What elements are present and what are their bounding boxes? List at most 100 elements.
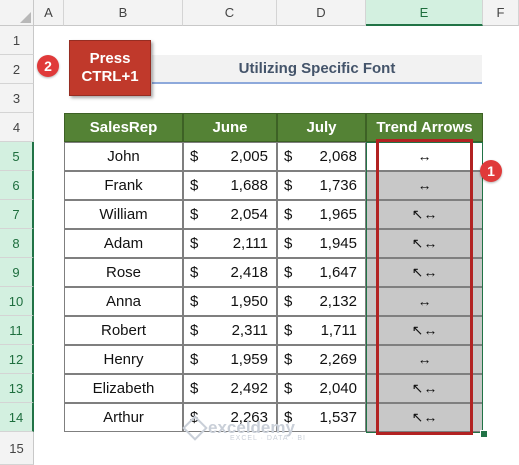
june-amount: 2,311 — [231, 322, 268, 339]
july-amount: 1,736 — [319, 177, 357, 194]
salesrep-cell[interactable]: Henry — [64, 345, 183, 374]
trend-arrow-cell[interactable]: ↖↔ — [366, 403, 483, 432]
trend-arrow-cell[interactable]: ↖↔ — [366, 258, 483, 287]
column-header-b[interactable]: B — [64, 0, 183, 26]
row-header-4[interactable]: 4 — [0, 113, 34, 142]
july-sales-cell[interactable]: $1,965 — [277, 200, 366, 229]
row-header-10[interactable]: 10 — [0, 287, 34, 316]
june-sales-cell[interactable]: $2,492 — [183, 374, 277, 403]
july-sales-cell[interactable]: $1,945 — [277, 229, 366, 258]
june-sales-cell[interactable]: $2,418 — [183, 258, 277, 287]
salesrep-cell[interactable]: Frank — [64, 171, 183, 200]
july-amount: 2,269 — [319, 351, 357, 368]
june-amount: 2,054 — [230, 206, 268, 223]
table-header-cell: Trend Arrows — [366, 113, 483, 142]
currency-symbol: $ — [190, 293, 199, 310]
currency-symbol: $ — [284, 293, 293, 310]
june-sales-cell[interactable]: $1,688 — [183, 171, 277, 200]
june-sales-cell[interactable]: $2,054 — [183, 200, 277, 229]
trend-arrow-cell[interactable]: ↔ — [366, 171, 483, 200]
july-amount: 1,965 — [319, 206, 357, 223]
watermark: exceldemy EXCEL · DATA · BI — [208, 418, 306, 442]
july-sales-cell[interactable]: $2,132 — [277, 287, 366, 316]
row-header-8[interactable]: 8 — [0, 229, 34, 258]
june-sales-cell[interactable]: $2,005 — [183, 142, 277, 171]
currency-symbol: $ — [284, 177, 293, 194]
salesrep-cell[interactable]: Arthur — [64, 403, 183, 432]
currency-symbol: $ — [190, 177, 199, 194]
july-amount: 1,945 — [319, 235, 357, 252]
june-sales-cell[interactable]: $1,959 — [183, 345, 277, 374]
trend-arrow-cell[interactable]: ↖↔ — [366, 200, 483, 229]
june-sales-cell[interactable]: $2,111 — [183, 229, 277, 258]
salesrep-cell[interactable]: William — [64, 200, 183, 229]
currency-symbol: $ — [284, 148, 293, 165]
salesrep-cell[interactable]: John — [64, 142, 183, 171]
table-header-cell: June — [183, 113, 277, 142]
july-amount: 1,647 — [319, 264, 357, 281]
currency-symbol: $ — [190, 264, 199, 281]
salesrep-cell[interactable]: Rose — [64, 258, 183, 287]
salesrep-cell[interactable]: Adam — [64, 229, 183, 258]
june-sales-cell[interactable]: $1,950 — [183, 287, 277, 316]
salesrep-cell[interactable]: Elizabeth — [64, 374, 183, 403]
table-header-cell: July — [277, 113, 366, 142]
column-header-a[interactable]: A — [34, 0, 64, 26]
june-amount: 1,688 — [230, 177, 268, 194]
currency-symbol: $ — [190, 322, 199, 339]
july-sales-cell[interactable]: $2,068 — [277, 142, 366, 171]
row-header-7[interactable]: 7 — [0, 200, 34, 229]
row-header-2[interactable]: 2 — [0, 55, 34, 84]
july-sales-cell[interactable]: $2,269 — [277, 345, 366, 374]
june-sales-cell[interactable]: $2,311 — [183, 316, 277, 345]
currency-symbol: $ — [190, 235, 199, 252]
july-sales-cell[interactable]: $2,040 — [277, 374, 366, 403]
step-badge-2: 2 — [37, 55, 59, 77]
watermark-tagline: EXCEL · DATA · BI — [230, 435, 306, 442]
spreadsheet: ABCDEF 1 2 3 4 5 6 7 8 9 10 11 12 13 14 15 Utilizing S… — [0, 0, 519, 465]
row-header-12[interactable]: 12 — [0, 345, 34, 374]
salesrep-cell[interactable]: Robert — [64, 316, 183, 345]
row-header-6[interactable]: 6 — [0, 171, 34, 200]
row-header-13[interactable]: 13 — [0, 374, 34, 403]
table-header-cell: SalesRep — [64, 113, 183, 142]
row-header-3[interactable]: 3 — [0, 84, 34, 113]
currency-symbol: $ — [284, 351, 293, 368]
column-header-e[interactable]: E — [366, 0, 483, 26]
column-header-c[interactable]: C — [183, 0, 277, 26]
row-header-14[interactable]: 14 — [0, 403, 34, 432]
june-amount: 2,418 — [230, 264, 268, 281]
trend-arrow-cell[interactable]: ↖↔ — [366, 229, 483, 258]
currency-symbol: $ — [284, 235, 293, 252]
currency-symbol: $ — [284, 264, 293, 281]
row-header-5[interactable]: 5 — [0, 142, 34, 171]
june-amount: 2,492 — [230, 380, 268, 397]
trend-arrow-cell[interactable]: ↖↔ — [366, 374, 483, 403]
column-header-f[interactable]: F — [483, 0, 519, 26]
currency-symbol: $ — [284, 380, 293, 397]
row-header-9[interactable]: 9 — [0, 258, 34, 287]
currency-symbol: $ — [284, 322, 293, 339]
july-amount: 1,537 — [319, 409, 357, 426]
select-all-corner[interactable] — [0, 0, 34, 26]
trend-arrow-cell[interactable]: ↔ — [366, 142, 483, 171]
trend-arrow-cell[interactable]: ↔ — [366, 345, 483, 374]
row-header-11[interactable]: 11 — [0, 316, 34, 345]
currency-symbol: $ — [190, 148, 199, 165]
june-amount: 2,005 — [230, 148, 268, 165]
currency-symbol: $ — [190, 351, 199, 368]
july-sales-cell[interactable]: $1,711 — [277, 316, 366, 345]
column-header-d[interactable]: D — [277, 0, 366, 26]
currency-symbol: $ — [284, 206, 293, 223]
trend-arrow-cell[interactable]: ↔ — [366, 287, 483, 316]
july-sales-cell[interactable]: $1,647 — [277, 258, 366, 287]
july-sales-cell[interactable]: $1,736 — [277, 171, 366, 200]
row-header-15[interactable]: 15 — [0, 432, 34, 465]
row-header-1[interactable]: 1 — [0, 26, 34, 55]
july-amount: 2,132 — [319, 293, 357, 310]
fill-handle[interactable] — [480, 430, 488, 438]
currency-symbol: $ — [190, 380, 199, 397]
trend-arrow-cell[interactable]: ↖↔ — [366, 316, 483, 345]
press-shortcut-callout: Press CTRL+1 — [69, 40, 151, 96]
salesrep-cell[interactable]: Anna — [64, 287, 183, 316]
